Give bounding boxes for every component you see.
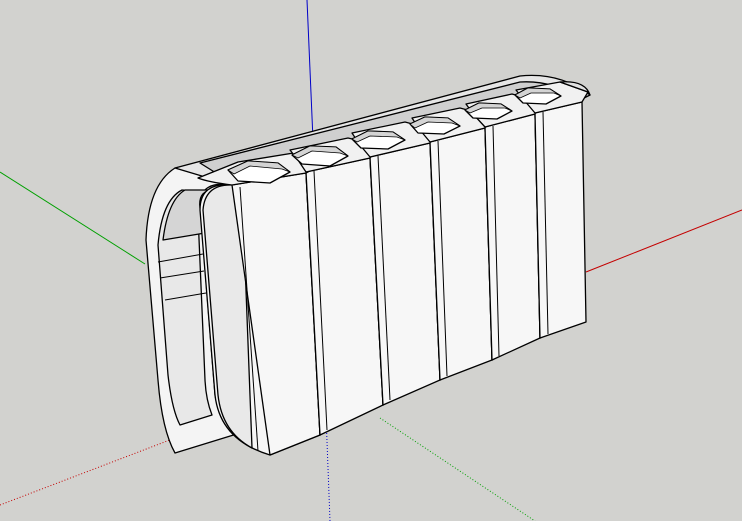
green-axis-negative [379,417,536,521]
socket-column-2 [305,157,384,436]
red-axis-positive [585,209,742,273]
model-canvas[interactable] [0,0,742,521]
socket-column-6 [534,101,587,339]
socket-holder-model[interactable] [145,74,591,456]
blue-axis-positive [306,0,314,141]
socket-column-3 [369,142,441,406]
green-axis-positive [0,171,146,265]
3d-viewport[interactable] [0,0,742,521]
red-axis-negative [0,437,176,506]
